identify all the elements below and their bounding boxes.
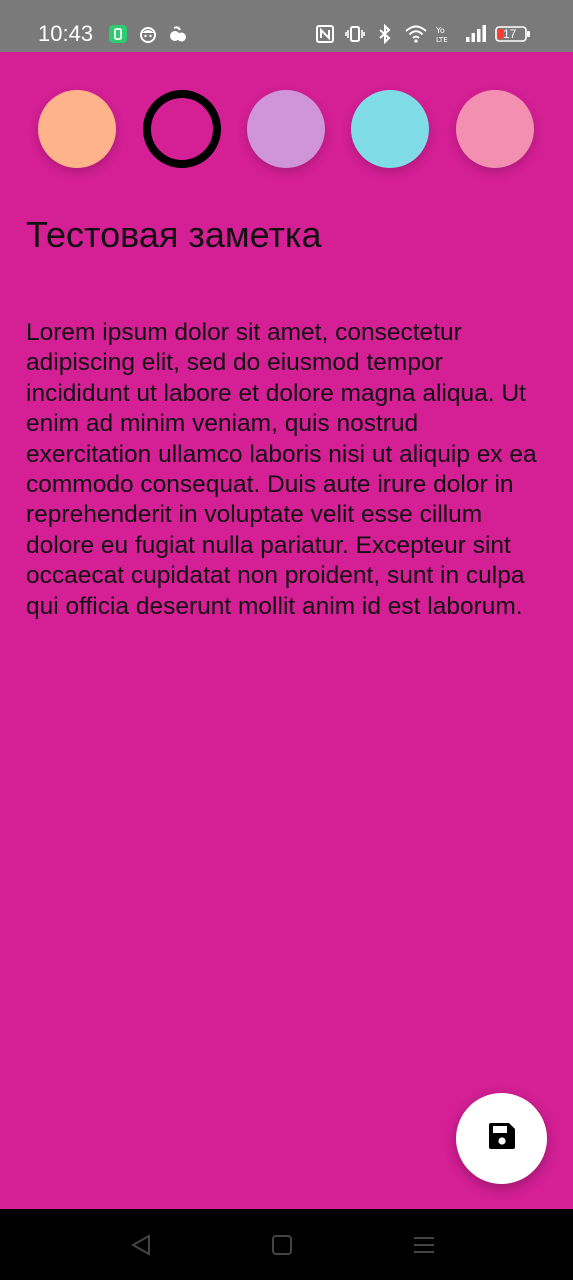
status-bar: 10:43 Yo LTE 17 (0, 0, 573, 52)
save-button[interactable] (456, 1093, 547, 1184)
status-right-icons: Yo LTE 17 (315, 23, 531, 45)
notification-app-icon (108, 24, 128, 44)
cellular-signal-icon (465, 24, 486, 44)
wifi-icon (405, 24, 427, 44)
color-swatch[interactable] (143, 90, 221, 168)
navigation-bar (0, 1209, 573, 1280)
svg-text:Yo: Yo (435, 26, 445, 35)
battery-level: 17 (503, 27, 517, 41)
bluetooth-icon (375, 23, 395, 45)
note-title[interactable]: Тестовая заметка (26, 213, 546, 257)
note-body[interactable]: Lorem ipsum dolor sit amet, consectetur … (26, 318, 546, 622)
home-icon[interactable] (268, 1231, 296, 1259)
vibrate-icon (345, 24, 365, 44)
nfc-icon (315, 24, 335, 44)
volte-icon: Yo LTE (435, 24, 455, 44)
leaf-badge-icon (168, 24, 188, 44)
color-swatch[interactable] (351, 90, 429, 168)
status-left-icons (108, 24, 188, 44)
color-swatch[interactable] (38, 90, 116, 168)
svg-text:LTE: LTE (436, 36, 448, 44)
save-icon (486, 1120, 518, 1157)
robot-face-icon (138, 24, 158, 44)
menu-icon[interactable] (410, 1231, 438, 1259)
status-time: 10:43 (38, 21, 94, 46)
back-icon[interactable] (127, 1231, 155, 1259)
color-picker (0, 90, 573, 168)
color-swatch[interactable] (456, 90, 534, 168)
battery-icon: 17 (495, 25, 531, 43)
color-swatch[interactable] (247, 90, 325, 168)
